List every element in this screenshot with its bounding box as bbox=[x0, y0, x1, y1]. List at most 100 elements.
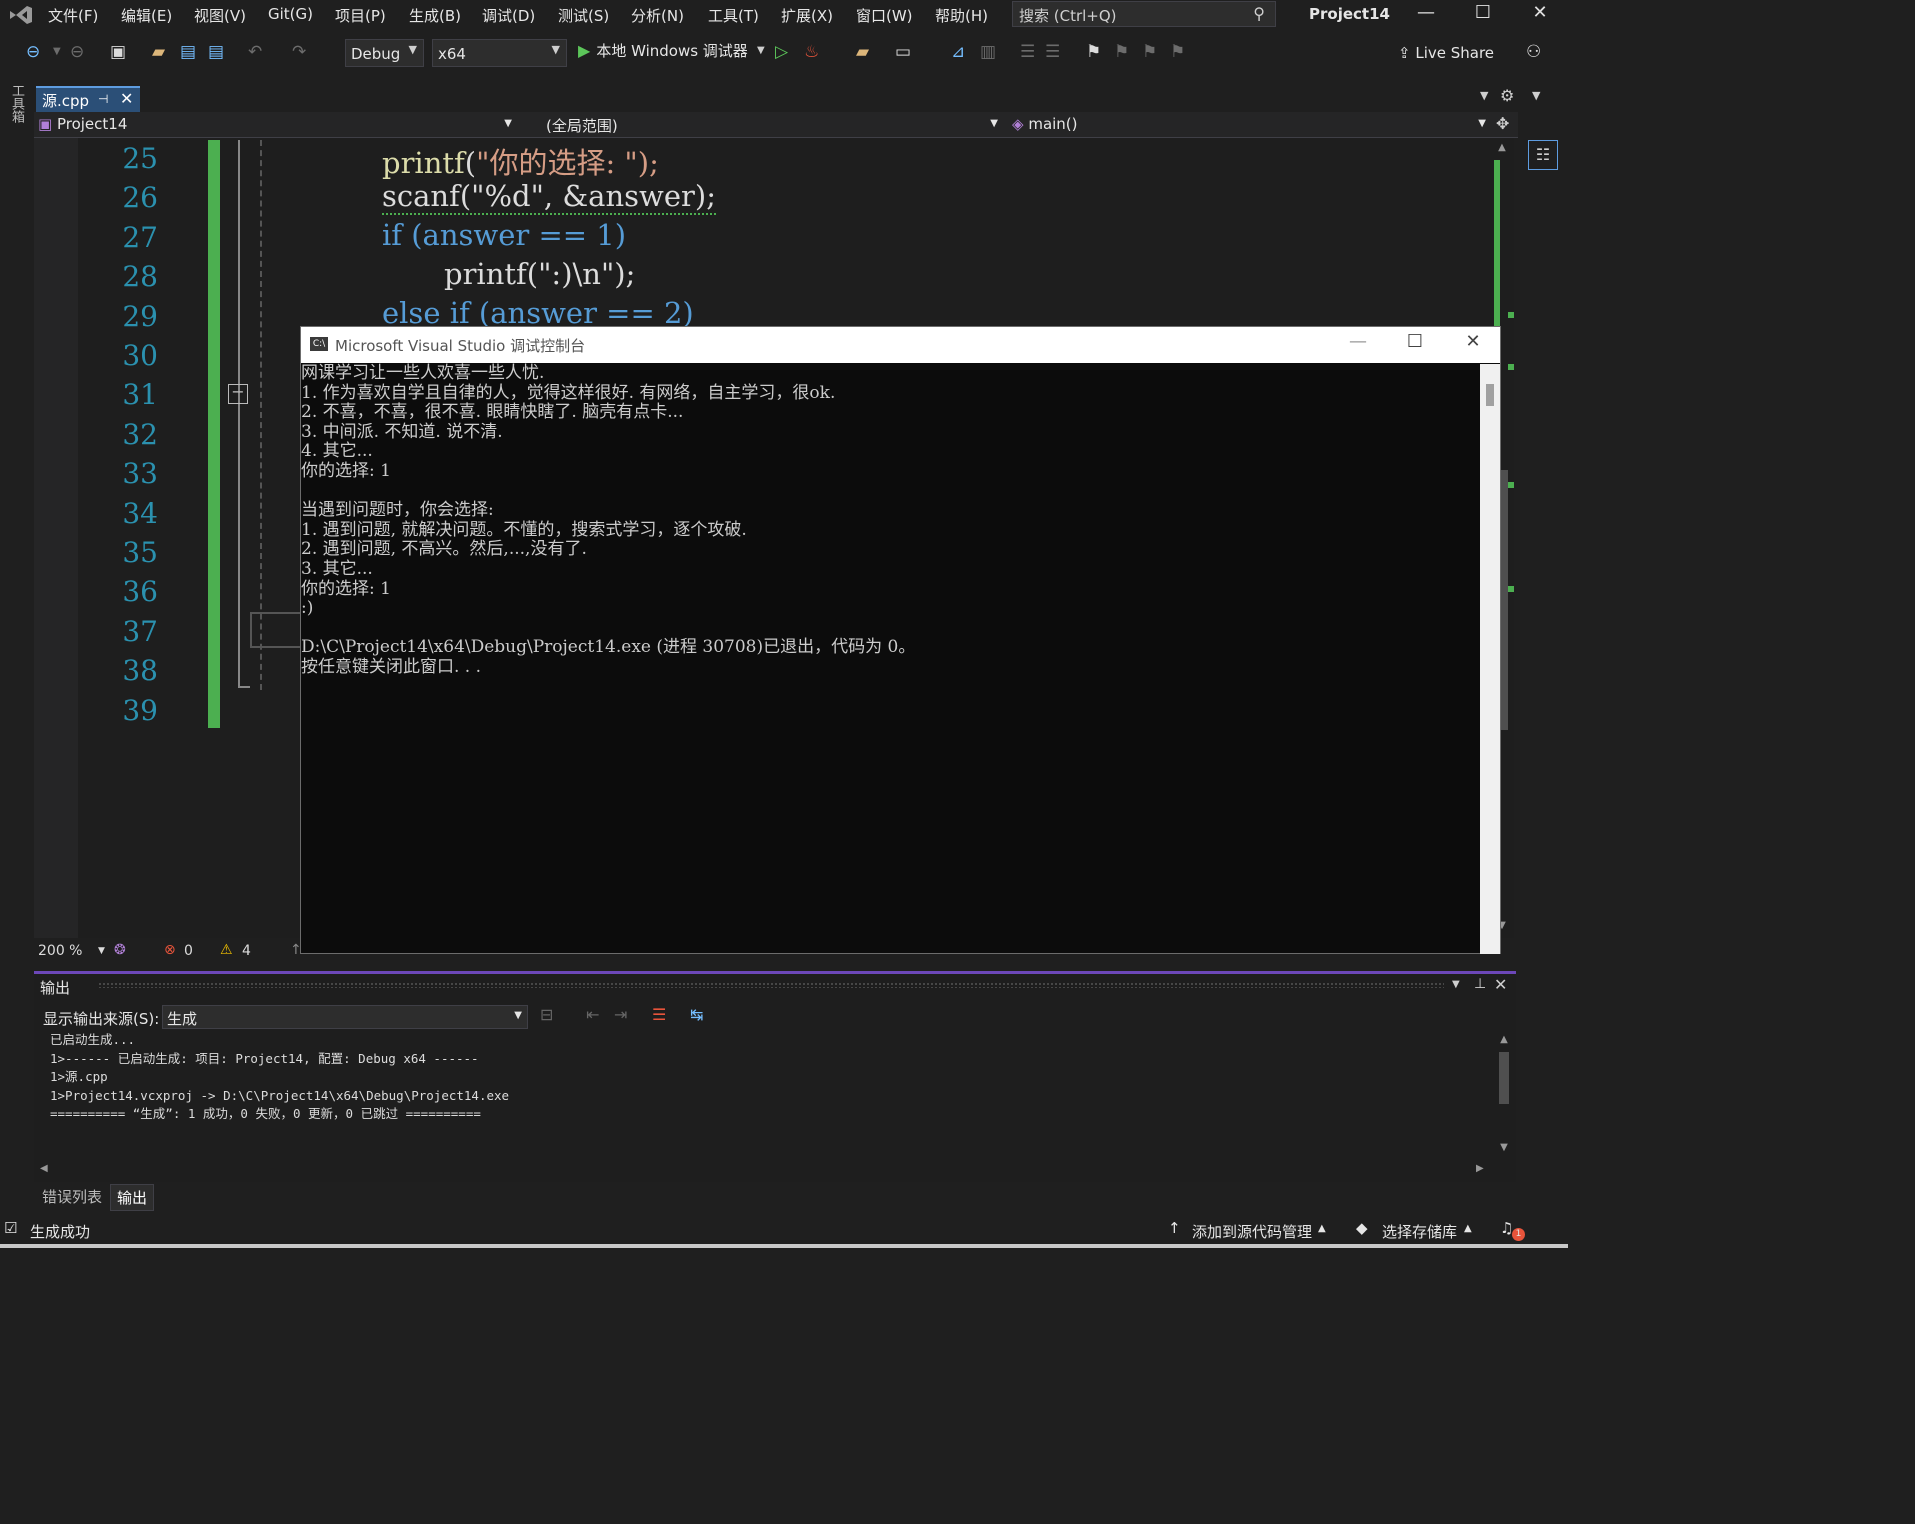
bookmark-prev-icon[interactable]: ⚑ bbox=[1114, 42, 1129, 62]
console-line: 4. 其它... bbox=[301, 441, 373, 462]
global-scope-select[interactable]: (全局范围) ▼ bbox=[546, 112, 1002, 140]
start-without-debugging-icon[interactable]: ▷ bbox=[775, 42, 788, 62]
scroll-thumb[interactable] bbox=[1499, 1052, 1509, 1104]
menu-view[interactable]: 视图(V) bbox=[194, 5, 246, 26]
tab-dropdown-icon[interactable]: ▼ bbox=[1480, 89, 1488, 102]
close-icon[interactable]: ✕ bbox=[1453, 331, 1493, 352]
run-label: 本地 Windows 调试器 bbox=[596, 42, 748, 60]
hot-reload-icon[interactable]: ♨ bbox=[804, 42, 819, 62]
line-number: 25 bbox=[122, 142, 158, 175]
notification-badge[interactable]: 1 bbox=[1512, 1228, 1525, 1241]
menu-file[interactable]: 文件(F) bbox=[48, 5, 98, 26]
split-icon[interactable]: ✥ bbox=[1496, 114, 1509, 133]
zoom-select[interactable]: 200 % bbox=[38, 943, 82, 959]
bookmark-icon[interactable]: ⚑ bbox=[1086, 42, 1101, 62]
minimize-icon[interactable]: — bbox=[1338, 331, 1378, 352]
menu-project[interactable]: 项目(P) bbox=[335, 5, 386, 26]
redo-icon[interactable]: ↷ bbox=[292, 42, 306, 62]
toolbox-tab[interactable]: 工具箱 bbox=[6, 84, 26, 123]
console-output[interactable]: 网课学习让一些人欢喜一些人忧. 1. 作为喜欢自学且自律的人，觉得这样很好. 有网… bbox=[301, 363, 1479, 954]
undo-icon[interactable]: ↶ bbox=[248, 42, 262, 62]
chevron-down-icon[interactable]: ▼ bbox=[98, 946, 105, 956]
scroll-up-icon[interactable]: ▲ bbox=[1496, 1034, 1512, 1045]
scroll-thumb[interactable] bbox=[1486, 384, 1494, 406]
debug-console-window[interactable]: C:\ Microsoft Visual Studio 调试控制台 — ☐ ✕ … bbox=[300, 326, 1501, 954]
chevron-down-icon[interactable]: ▼ bbox=[53, 46, 61, 57]
start-debugging-button[interactable]: ▶ 本地 Windows 调试器 bbox=[578, 40, 748, 61]
menu-tools[interactable]: 工具(T) bbox=[708, 5, 759, 26]
intellicode-icon[interactable]: ❂ bbox=[114, 942, 126, 958]
error-icon[interactable]: ⊗ bbox=[164, 942, 176, 958]
output-source-select[interactable]: 生成 ▼ bbox=[162, 1005, 528, 1029]
output-horizontal-scrollbar[interactable]: ◀ ▶ bbox=[34, 1162, 1516, 1180]
chevron-down-icon[interactable]: ▼ bbox=[1452, 979, 1460, 990]
add-to-source-control[interactable]: 添加到源代码管理 bbox=[1192, 1221, 1312, 1242]
error-count[interactable]: 0 bbox=[184, 943, 193, 959]
output-vertical-scrollbar[interactable]: ▲ ▼ bbox=[1496, 1032, 1512, 1156]
chevron-down-icon[interactable]: ▼ bbox=[1532, 89, 1540, 102]
open-folder-icon[interactable]: ▰ bbox=[152, 42, 165, 62]
navigate-back-icon[interactable]: ⊖ bbox=[26, 42, 40, 62]
platform-select[interactable]: x64 ▼ bbox=[432, 39, 567, 67]
maximize-icon[interactable]: ☐ bbox=[1395, 331, 1435, 352]
prev-message-icon[interactable]: ⇤ bbox=[586, 1005, 599, 1024]
clear-all-icon[interactable]: ☰ bbox=[652, 1005, 666, 1024]
solution-explorer-icon[interactable]: ▰ bbox=[856, 42, 869, 62]
step-icon[interactable]: ⊿ bbox=[951, 42, 965, 62]
panel-grip[interactable] bbox=[98, 982, 1444, 988]
menu-edit[interactable]: 编辑(E) bbox=[121, 5, 172, 26]
find-message-icon[interactable]: ⊟ bbox=[540, 1005, 553, 1024]
word-wrap-icon[interactable]: ↹ bbox=[690, 1005, 703, 1024]
visual-studio-logo-icon[interactable] bbox=[8, 4, 34, 26]
tab-error-list[interactable]: 错误列表 bbox=[36, 1184, 108, 1209]
close-icon[interactable]: ✕ bbox=[1494, 975, 1507, 994]
maximize-icon[interactable]: ☐ bbox=[1463, 2, 1503, 23]
tab-source-cpp[interactable]: 源.cpp ⊣ ✕ bbox=[36, 86, 140, 112]
live-share-button[interactable]: ⇪ Live Share bbox=[1398, 44, 1494, 62]
feedback-icon[interactable]: ⚇ bbox=[1526, 42, 1541, 62]
search-input[interactable]: 搜索 (Ctrl+Q) ⚲ bbox=[1012, 1, 1276, 27]
comment-icon[interactable]: ☰ bbox=[1020, 42, 1035, 62]
minimize-icon[interactable]: — bbox=[1406, 2, 1446, 23]
close-tab-icon[interactable]: ✕ bbox=[120, 89, 133, 108]
save-all-icon[interactable]: ▤ bbox=[208, 42, 224, 62]
project-scope-select[interactable]: ▣ Project14 ▼ bbox=[38, 112, 516, 140]
pin-icon[interactable]: ⊣ bbox=[98, 92, 108, 106]
select-repository[interactable]: 选择存储库 bbox=[1382, 1221, 1457, 1242]
navigate-forward-icon[interactable]: ⊖ bbox=[70, 42, 84, 62]
tab-output[interactable]: 输出 bbox=[110, 1184, 155, 1211]
close-icon[interactable]: ✕ bbox=[1520, 2, 1560, 23]
output-text[interactable]: 已启动生成... 1>------ 已启动生成: 项目: Project14, 配… bbox=[50, 1031, 1490, 1124]
bookmark-next-icon[interactable]: ⚑ bbox=[1142, 42, 1157, 62]
collapse-icon[interactable]: − bbox=[228, 384, 248, 404]
warning-count[interactable]: 4 bbox=[242, 943, 251, 959]
bookmark-clear-icon[interactable]: ⚑ bbox=[1170, 42, 1185, 62]
console-scrollbar[interactable] bbox=[1480, 364, 1500, 954]
menu-debug[interactable]: 调试(D) bbox=[482, 5, 535, 26]
format-icon[interactable]: ▥ bbox=[980, 42, 996, 62]
uncomment-icon[interactable]: ☰ bbox=[1045, 42, 1060, 62]
pin-icon[interactable]: ⊥ bbox=[1474, 976, 1486, 992]
next-message-icon[interactable]: ⇥ bbox=[614, 1005, 627, 1024]
menu-analyze[interactable]: 分析(N) bbox=[631, 5, 684, 26]
menu-help[interactable]: 帮助(H) bbox=[935, 5, 988, 26]
property-panel-icon[interactable]: ☷ bbox=[1528, 140, 1558, 170]
configuration-select[interactable]: Debug ▼ bbox=[345, 39, 424, 67]
warning-icon[interactable]: ⚠ bbox=[220, 942, 233, 958]
member-select[interactable]: ◈ main() ▼ bbox=[1012, 112, 1490, 140]
scroll-left-icon[interactable]: ◀ bbox=[40, 1163, 48, 1174]
layout-icon[interactable]: ▭ bbox=[895, 42, 911, 62]
menu-extensions[interactable]: 扩展(X) bbox=[781, 5, 833, 26]
gear-icon[interactable]: ⚙ bbox=[1500, 86, 1514, 105]
new-project-icon[interactable]: ▣ bbox=[110, 42, 126, 62]
scroll-down-icon[interactable]: ▼ bbox=[1496, 1142, 1512, 1153]
chevron-down-icon[interactable]: ▼ bbox=[757, 45, 765, 56]
scroll-up-icon[interactable]: ▲ bbox=[1494, 142, 1510, 153]
scroll-right-icon[interactable]: ▶ bbox=[1476, 1163, 1484, 1174]
menu-window[interactable]: 窗口(W) bbox=[856, 5, 913, 26]
menu-test[interactable]: 测试(S) bbox=[558, 5, 609, 26]
menu-git[interactable]: Git(G) bbox=[268, 5, 313, 23]
save-icon[interactable]: ▤ bbox=[180, 42, 196, 62]
menu-build[interactable]: 生成(B) bbox=[409, 5, 461, 26]
console-title-bar[interactable]: C:\ Microsoft Visual Studio 调试控制台 — ☐ ✕ bbox=[301, 327, 1500, 363]
